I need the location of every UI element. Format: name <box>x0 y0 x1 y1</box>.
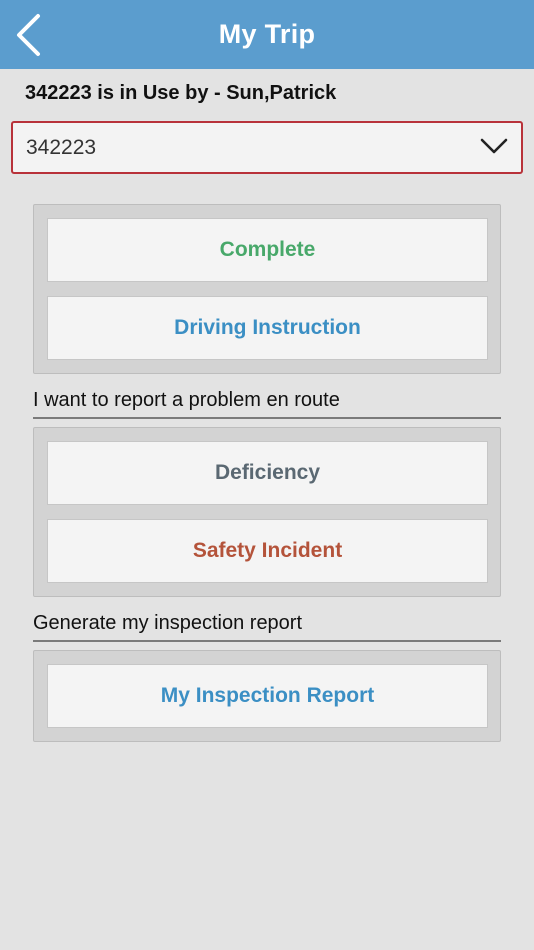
inspection-report-label: Generate my inspection report <box>33 612 501 642</box>
chevron-down-icon <box>480 137 508 160</box>
report-problem-group: Deficiency Safety Incident <box>33 427 501 597</box>
complete-button[interactable]: Complete <box>47 218 488 282</box>
vehicle-select-value: 342223 <box>26 136 97 159</box>
report-problem-label: I want to report a problem en route <box>33 389 501 419</box>
inspection-report-group: My Inspection Report <box>33 650 501 742</box>
page-title: My Trip <box>218 19 316 49</box>
vehicle-select[interactable]: 342223 <box>11 121 523 174</box>
header-bar: My Trip <box>0 0 534 69</box>
trip-actions-group: Complete Driving Instruction <box>33 204 501 374</box>
my-inspection-report-button[interactable]: My Inspection Report <box>47 664 488 728</box>
safety-incident-button[interactable]: Safety Incident <box>47 519 488 583</box>
in-use-status-text: 342223 is in Use by - Sun,Patrick <box>25 82 337 104</box>
chevron-left-icon <box>14 13 42 57</box>
driving-instruction-button[interactable]: Driving Instruction <box>47 296 488 360</box>
deficiency-button[interactable]: Deficiency <box>47 441 488 505</box>
back-button[interactable] <box>14 10 64 60</box>
